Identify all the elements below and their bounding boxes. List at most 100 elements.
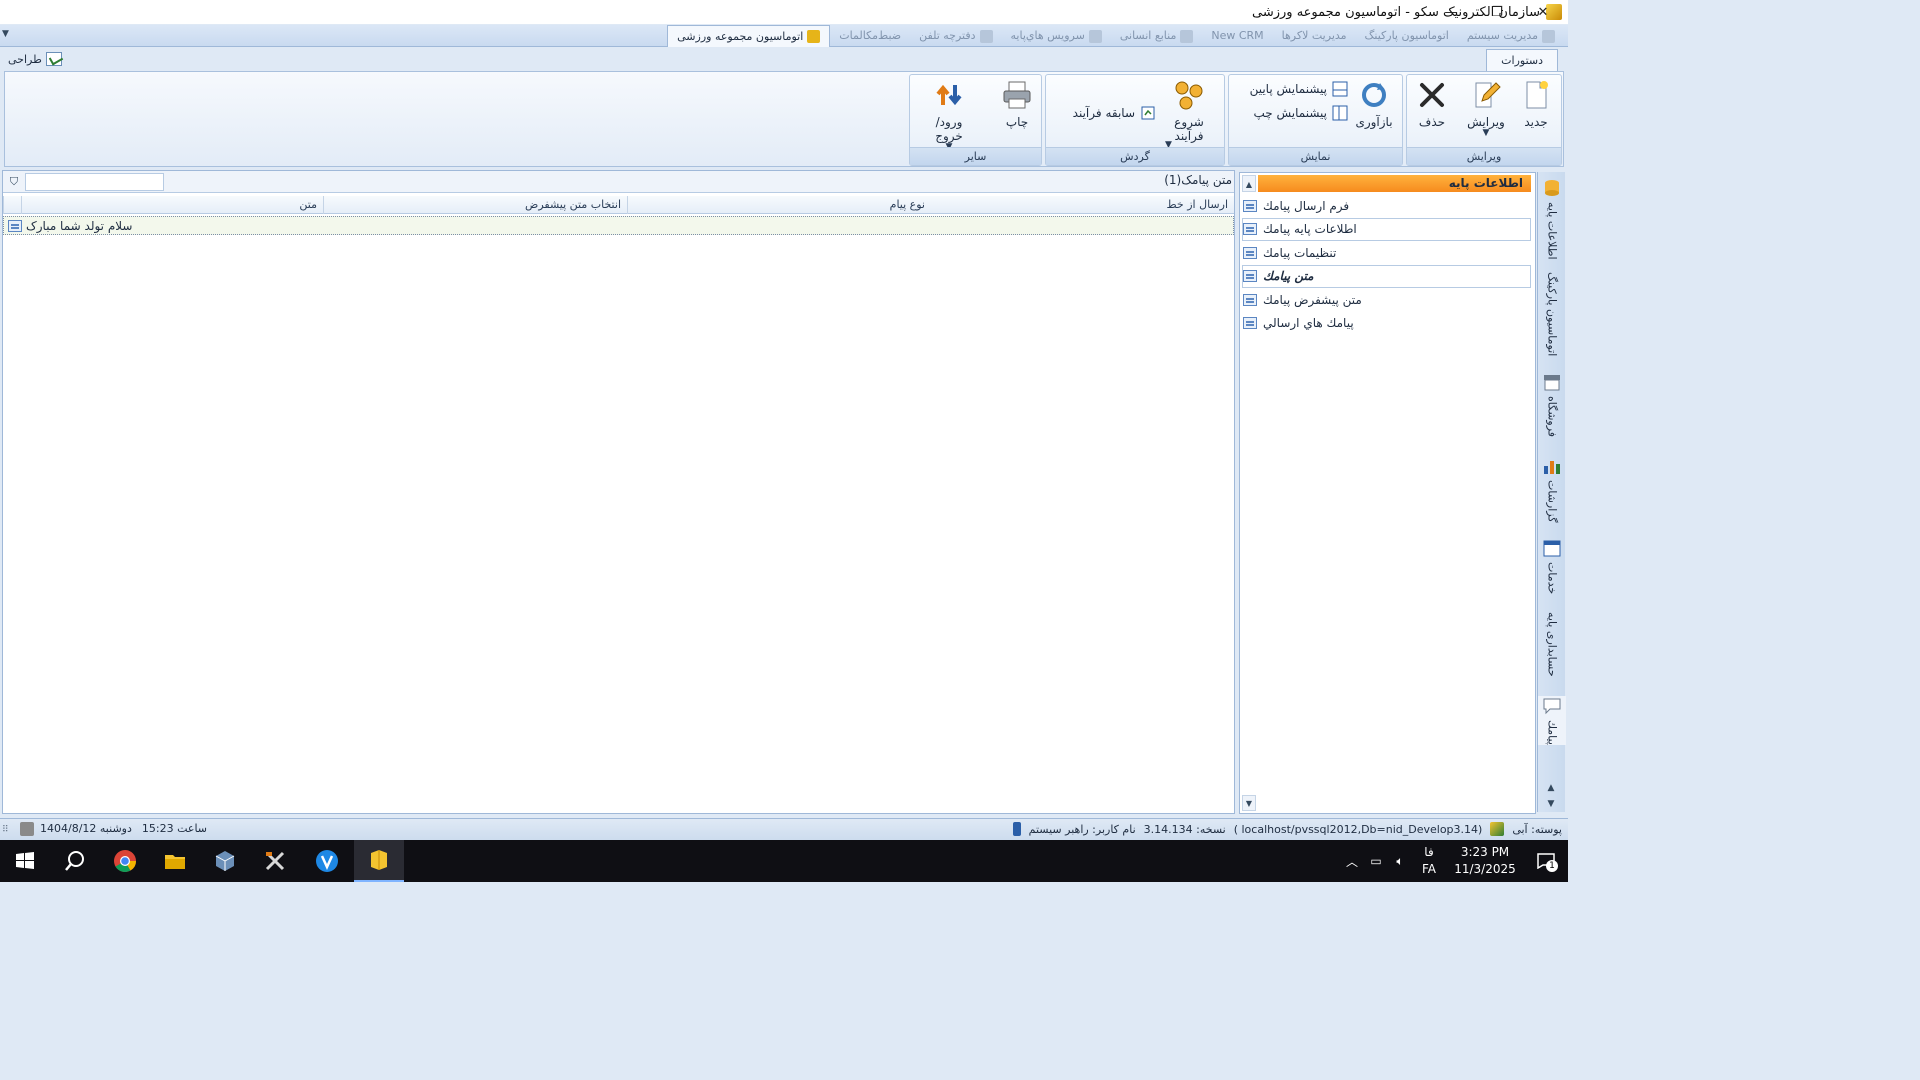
folder-icon [165,855,185,869]
ribbon-group-edit: جدید ویرایش ▼ حذف ویرایش [1406,74,1562,166]
ribbon-group-other: چاپ ورود/خروج ▼ سایر [909,74,1042,166]
chat-bubble-icon [1543,698,1561,715]
import-export-button[interactable]: ورود/خروج ▼ [922,79,976,152]
sidebar-item-base-info[interactable]: اطلاعات پايه [1538,178,1566,260]
sidebar-item-sms[interactable]: پيامك [1538,696,1566,745]
new-document-icon [1526,81,1548,109]
taskbar-file-explorer[interactable] [150,840,200,882]
sidebar-item-services[interactable]: خدمات [1538,538,1566,594]
ribbon-group-other-title: سایر [910,147,1041,165]
taskbar-clock[interactable]: 3:23 PM 11/3/2025 [1446,844,1524,878]
restore-button[interactable]: ❐ [1474,0,1520,24]
trophy-icon [807,30,821,43]
tab-base-services[interactable]: سرويس هاي‌پايه [1002,25,1111,47]
sidebar-item-reports[interactable]: گزارشات [1538,456,1566,523]
refresh-button[interactable]: بازآوری [1347,79,1401,129]
skin-icon [1490,822,1505,836]
tab-human-resources[interactable]: منابع انسانی [1111,25,1203,47]
tab-call-recording[interactable]: ضبط‌مکالمات [830,25,910,47]
history-icon [1141,106,1155,120]
ribbon-group-flow: شروع فرآیند ▼ سابقه فرآیند گردش [1045,74,1225,166]
language-indicator[interactable]: فا FA [1412,844,1446,878]
taskbar-viber[interactable] [302,840,352,882]
tab-system-management[interactable]: مديريت سيستم [1458,25,1564,47]
phonebook-icon [979,29,993,43]
nav-item-sent-sms[interactable]: پيامك هاي ارسالي [1242,312,1531,336]
preview-bottom-button[interactable]: پیشنمایش پایین [1250,81,1348,97]
nav-item-send-sms-form[interactable]: فرم ارسال پيامك [1242,194,1531,218]
database-icon [1545,180,1559,196]
printer-icon [1003,81,1031,109]
network-icon[interactable]: ▭ [1364,840,1388,882]
new-button[interactable]: جدید [1509,79,1563,129]
v-app-icon [316,850,338,872]
quick-access-dropdown-icon[interactable]: ▼ [2,29,16,43]
taskbar-tools[interactable] [250,840,300,882]
taskbar-app-cube[interactable] [200,840,250,882]
preview-left-button[interactable]: پیشنمایش چپ [1253,105,1348,121]
start-button[interactable] [0,840,50,882]
sidebar-item-parking[interactable]: اتوماسيون پارکينگ [1538,272,1566,356]
column-header-send-line[interactable]: ارسال از خط [931,196,1234,214]
nav-scroll-up-icon[interactable]: ▲ [1242,175,1256,192]
grid-panel-header: متن پیامک(1) ⛉ [3,171,1234,193]
nav-scroll-down-icon[interactable]: ▼ [1242,795,1256,811]
notification-center-button[interactable]: 1 [1524,840,1568,882]
sidebar-scroll-down-icon[interactable]: ▼ [1542,796,1560,812]
title-bar: سازمان الکترونیک سکو - اتوماسیون مجموعه … [0,0,1568,24]
nav-item-sms-settings[interactable]: تنظيمات پيامك [1242,241,1531,265]
sidebar-item-store[interactable]: فروشگاه [1538,372,1566,437]
notification-count-badge: 1 [1546,860,1558,872]
workflow-icon [1175,81,1203,110]
tab-new-crm[interactable]: New CRM [1202,25,1272,47]
taskbar-chrome[interactable] [100,840,150,882]
form-icon [1243,199,1257,212]
services-icon [1088,29,1102,43]
taskbar-seko-app[interactable] [354,840,404,882]
tab-locker-management[interactable]: مديريت لاکرها [1273,25,1356,47]
minimize-button[interactable]: — [1428,0,1474,24]
sidebar-item-base-accounting[interactable]: حسابداری پايه [1538,612,1566,677]
nav-header[interactable]: اطلاعات پایه [1258,175,1531,192]
seko-app-icon [371,850,387,870]
tab-sports-automation[interactable]: اتوماسيون مجموعه ورزشی [667,25,831,47]
cell-text: سلام تولد شما مبارک [26,218,133,233]
form-icon [1243,293,1257,306]
resize-grip-icon[interactable]: ⠿ [2,825,9,835]
filter-icon[interactable]: ⛉ [7,175,21,189]
ribbon-group-edit-title: ویرایش [1407,147,1561,165]
tab-parking-automation[interactable]: اتوماسيون پارکينگ [1356,25,1458,47]
start-process-button[interactable]: شروع فرآیند ▼ [1162,79,1216,150]
status-skin[interactable]: پوسته: آبی [1512,823,1562,836]
nav-item-sms-base-info[interactable]: اطلاعات پايه پيامك [1242,217,1531,241]
column-header-message-type[interactable]: نوع پیام [627,196,931,214]
search-button[interactable] [50,840,100,882]
delete-button[interactable]: حذف [1405,79,1459,129]
process-history-button[interactable]: سابقه فرآیند [1073,105,1156,121]
close-button[interactable]: ✕ [1520,0,1566,24]
sidebar-scroll-up-icon[interactable]: ▲ [1542,780,1560,796]
edit-button[interactable]: ویرایش ▼ [1459,79,1513,138]
column-header-text[interactable]: متن [21,196,323,214]
grid-column-headers: متن انتخاب متن پیشفرض نوع پیام ارسال از … [3,196,1234,214]
grid-filter-input[interactable] [25,173,164,191]
nav-item-sms-default-text[interactable]: متن پيشفرض پيامك [1242,288,1531,312]
ribbon-group-view: بازآوری پیشنمایش پایین پیشنمایش چپ نمایش [1228,74,1403,166]
status-time: ساعت 15:23 [141,822,208,835]
form-icon [1243,246,1257,259]
print-button[interactable]: چاپ [990,79,1044,129]
design-button[interactable]: طراحی [8,49,62,69]
chevron-up-icon[interactable]: ︿ [1340,840,1364,882]
edit-dropdown-icon[interactable]: ▼ [1459,129,1513,138]
window-controls: — ❐ ✕ [1428,0,1566,24]
system-tray: ︿ ▭ 🔈︎ فا FA 3:23 PM 11/3/2025 1 [1340,840,1568,882]
tab-phonebook[interactable]: دفترچه تلفن [910,25,1001,47]
tab-commands[interactable]: دستورات [1486,49,1558,71]
nav-item-sms-text[interactable]: متن پيامك [1242,264,1531,288]
tools-icon [1542,29,1555,43]
module-sidebar: اطلاعات پايه اتوماسيون پارکينگ فروشگاه گ… [1537,172,1566,812]
volume-icon[interactable]: 🔈︎ [1388,840,1412,882]
status-left: دوشنبه 1404/8/12 ساعت 15:23 [40,822,207,835]
column-header-default-text[interactable]: انتخاب متن پیشفرض [323,196,627,214]
table-row[interactable]: سلام تولد شما مبارک [3,216,1234,235]
